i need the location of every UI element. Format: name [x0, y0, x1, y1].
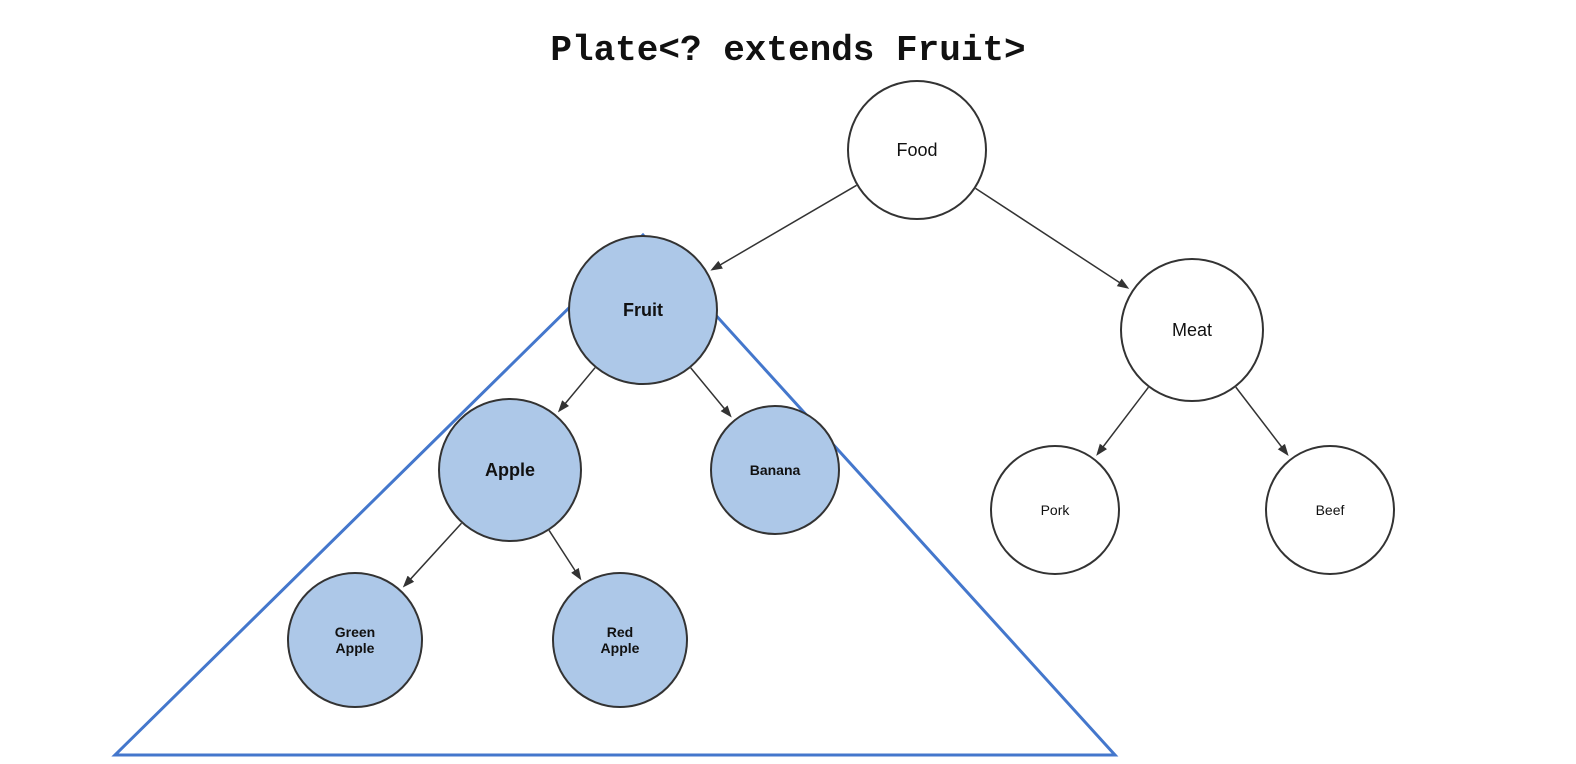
node-redapple: RedApple — [552, 572, 688, 708]
node-greenapple: GreenApple — [287, 572, 423, 708]
page-title: Plate<? extends Fruit> — [0, 30, 1576, 71]
node-meat: Meat — [1120, 258, 1264, 402]
node-apple: Apple — [438, 398, 582, 542]
node-pork: Pork — [990, 445, 1120, 575]
node-banana: Banana — [710, 405, 840, 535]
node-beef: Beef — [1265, 445, 1395, 575]
node-fruit: Fruit — [568, 235, 718, 385]
node-food: Food — [847, 80, 987, 220]
